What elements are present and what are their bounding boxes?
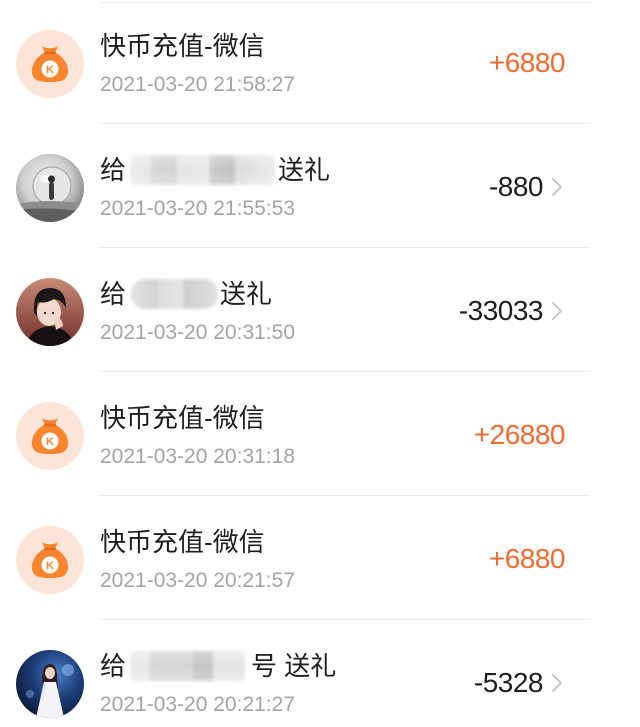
redacted-recipient-name [131,279,219,309]
coin-bag-icon: K [16,526,84,594]
transaction-time: 2021-03-20 20:21:57 [100,569,295,592]
transaction-time: 2021-03-20 21:55:53 [100,197,295,220]
transaction-time: 2021-03-20 20:21:27 [100,693,295,716]
avatar [16,154,84,222]
avatar [16,278,84,346]
transaction-title: 给 送礼 [100,278,272,310]
transaction-amount: +26880 [473,419,566,450]
transaction-title: 给 号 送礼 [100,650,336,682]
title-suffix: 号 送礼 [251,651,337,681]
badge-letter: K [46,560,54,572]
transaction-row[interactable]: 给 送礼 2021-03-20 21:55:53 -880 [0,123,640,248]
transaction-amount: +6880 [488,543,566,574]
transaction-amount: +6880 [488,47,566,78]
coin-bag-icon-graphic: K [16,526,84,594]
chevron-right-icon[interactable] [551,673,563,693]
coin-bag-icon-graphic: K [16,30,84,98]
badge-letter: K [46,436,54,448]
title-prefix: 给 [100,279,127,309]
coin-bag-icon-graphic: K [16,402,84,470]
redacted-recipient-name [130,651,246,681]
title-prefix: 给 [100,651,127,681]
transaction-title: 给 送礼 [100,154,330,186]
coin-bag-icon: K [16,30,84,98]
badge-letter: K [46,64,54,76]
chevron-right-icon[interactable] [551,177,563,197]
transaction-title: 快币充值-微信 [100,31,265,61]
transaction-amount: -5328 [473,667,544,698]
transaction-row: K 快币充值-微信 2021-03-20 21:58:27 +6880 [0,0,640,124]
avatar-image [16,278,84,346]
transaction-time: 2021-03-20 20:31:50 [100,321,295,344]
transaction-time: 2021-03-20 21:58:27 [100,73,295,96]
transaction-row[interactable]: 给 号 送礼 2021-03-20 20:21:27 -5328 [0,619,640,727]
title-prefix: 给 [100,155,127,185]
redacted-recipient-name [130,155,276,185]
title-suffix: 送礼 [220,279,273,309]
avatar-image [16,650,84,718]
transaction-title: 快币充值-微信 [100,527,265,557]
transaction-title: 快币充值-微信 [100,403,265,433]
transaction-amount: -33033 [458,295,544,326]
transaction-row: K 快币充值-微信 2021-03-20 20:21:57 +6880 [0,495,640,620]
transaction-row[interactable]: 给 送礼 2021-03-20 20:31:50 -33033 [0,247,640,372]
transaction-time: 2021-03-20 20:31:18 [100,445,295,468]
chevron-right-icon[interactable] [551,301,563,321]
avatar [16,650,84,718]
transaction-list: K 快币充值-微信 2021-03-20 21:58:27 +6880 给 送礼… [0,0,640,727]
transaction-row: K 快币充值-微信 2021-03-20 20:31:18 +26880 [0,371,640,496]
title-suffix: 送礼 [278,155,331,185]
coin-bag-icon: K [16,402,84,470]
avatar-image [16,154,84,222]
transaction-amount: -880 [488,171,544,202]
